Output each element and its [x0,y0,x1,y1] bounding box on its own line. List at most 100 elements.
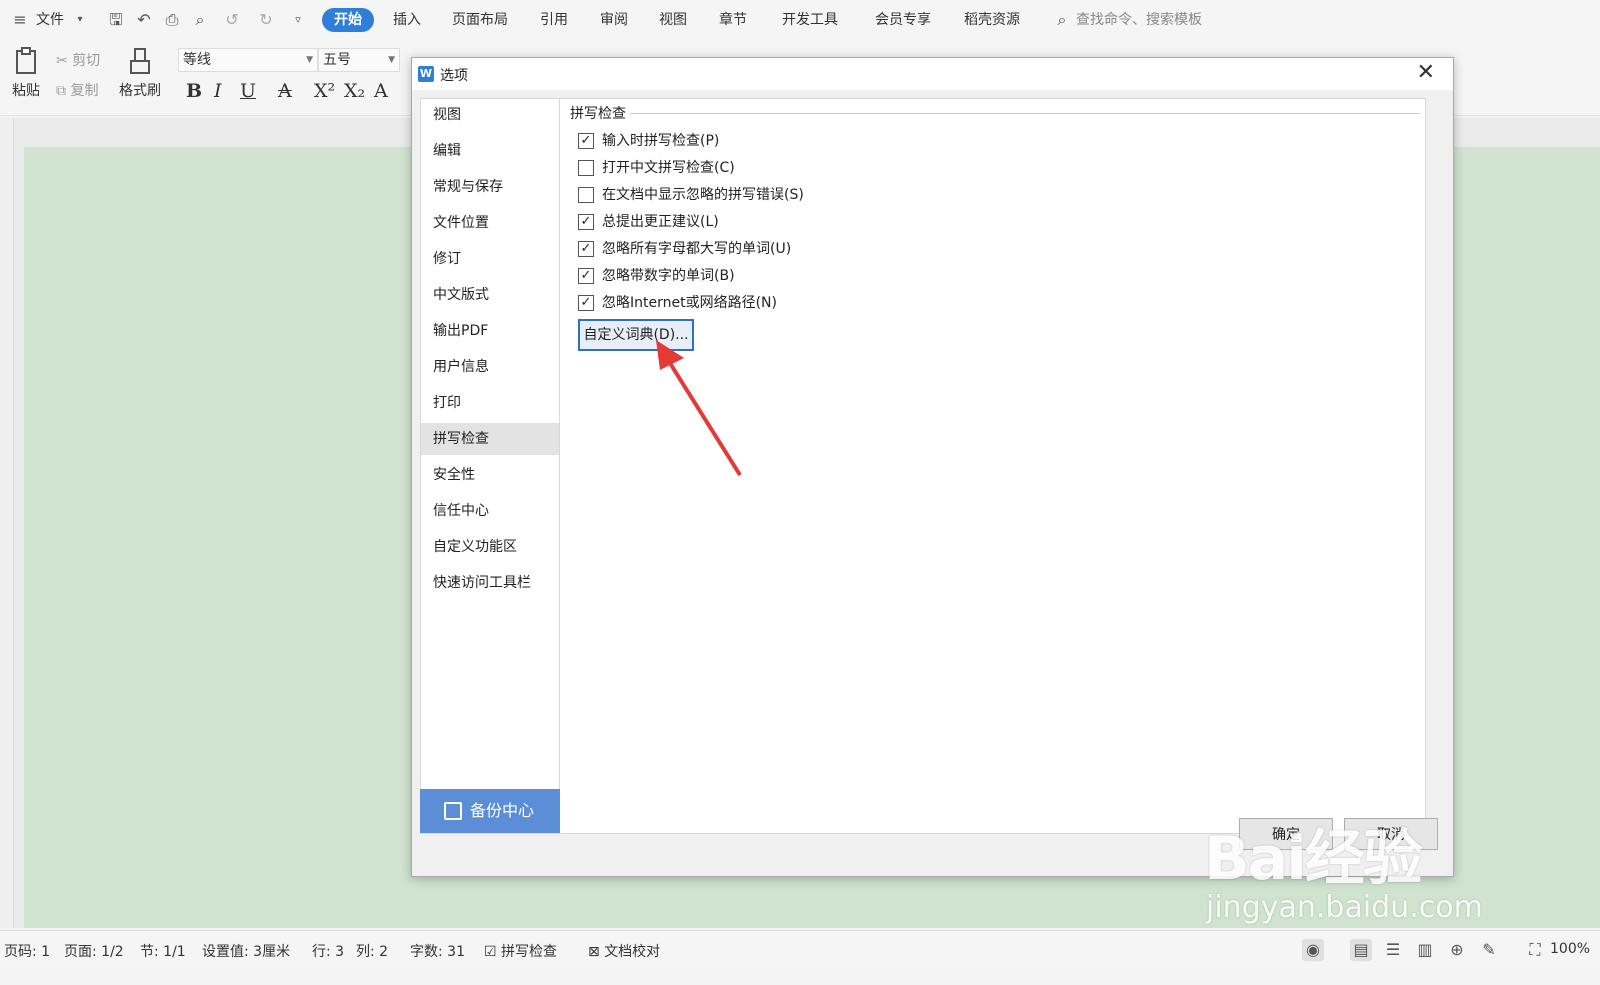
status-pages[interactable]: 页面: 1/2 [64,941,124,961]
font-name-select[interactable]: 等线 ▼ [178,48,318,72]
file-menu[interactable]: 文件 [36,8,64,32]
option-label: 总提出更正建议(L) [602,214,719,230]
wps-writer-logo-icon: W [418,66,434,82]
status-page-number[interactable]: 页码: 1 [4,941,50,961]
italic-icon[interactable]: I [214,80,222,102]
superscript-icon[interactable]: X² [314,80,335,102]
tab-page-layout[interactable]: 页面布局 [452,8,508,32]
baidu-jingyan-watermark: Bai经验 jingyan.baidu.com [1200,800,1490,930]
chevron-down-icon: ▼ [306,55,313,65]
status-doc-proof[interactable]: ⊠ 文档校对 [588,941,660,961]
option-label: 打开中文拼写检查(C) [602,160,735,176]
strikethrough-icon[interactable]: A [278,80,292,102]
nav-item-print[interactable]: 打印 [421,387,559,419]
reading-view-icon[interactable]: ▥ [1414,939,1436,961]
nav-item-revision[interactable]: 修订 [421,243,559,275]
paste-icon [16,47,36,74]
nav-item-user-info[interactable]: 用户信息 [421,351,559,383]
nav-item-file-location[interactable]: 文件位置 [421,207,559,239]
print-icon[interactable]: ⎙ [162,10,182,30]
status-word-count[interactable]: 字数: 31 [410,941,465,961]
tab-references[interactable]: 引用 [540,8,568,32]
fit-page-icon[interactable]: ⛶ [1524,939,1546,961]
options-dialog: W 选项 ✕ 视图 编辑 常规与保存 文件位置 修订 中文版式 输出PDF 用户… [411,57,1454,877]
status-bar: 页码: 1 页面: 1/2 节: 1/1 设置值: 3厘米 行: 3 列: 2 … [0,930,1600,968]
search-icon: ⌕ [1057,10,1067,29]
nav-item-security[interactable]: 安全性 [421,459,559,491]
checkbox-checked[interactable]: ✓ [578,214,594,230]
checkbox-unchecked[interactable] [578,160,594,176]
hamburger-menu-icon[interactable]: ≡ [10,10,30,30]
font-name-value: 等线 [183,52,211,68]
checkbox-checked[interactable]: ✓ [578,295,594,311]
option-label: 忽略带数字的单词(B) [602,268,735,284]
subscript-icon[interactable]: X₂ [344,80,365,102]
nav-item-trust-center[interactable]: 信任中心 [421,495,559,527]
outline-view-icon[interactable]: ☰ [1382,939,1404,961]
bold-icon[interactable]: B [186,80,202,102]
tab-insert[interactable]: 插入 [393,8,421,32]
dialog-title-bar: W 选项 ✕ [412,58,1453,90]
undo-icon[interactable]: ↺ [222,10,242,30]
vertical-ruler [0,118,14,928]
copy-button[interactable]: ⧉ 复制 [56,80,98,100]
cut-label: 剪切 [72,53,101,69]
tab-docer-resources[interactable]: 稻壳资源 [964,8,1020,32]
tab-view[interactable]: 视图 [659,8,687,32]
command-search-input[interactable]: 查找命令、搜索模板 [1076,8,1202,32]
nav-item-edit[interactable]: 编辑 [421,135,559,167]
tab-chapter[interactable]: 章节 [719,8,747,32]
tab-developer[interactable]: 开发工具 [782,8,838,32]
pen-icon[interactable]: ✎ [1478,939,1500,961]
chevron-down-icon: ▼ [388,55,395,65]
format-painter-button[interactable]: 格式刷 [116,46,164,100]
file-menu-chevron-icon[interactable]: ▾ [70,10,90,30]
annotation-arrow-icon [656,340,742,477]
checkbox-checked[interactable]: ✓ [578,241,594,257]
watermark-url: jingyan.baidu.com [1206,890,1483,925]
nav-item-customize-ribbon[interactable]: 自定义功能区 [421,531,559,563]
customize-quickbar-icon[interactable]: ▿ [288,10,308,30]
nav-item-quick-access-toolbar[interactable]: 快速访问工具栏 [421,567,559,599]
paste-button[interactable]: 粘贴 [6,46,46,100]
nav-item-view[interactable]: 视图 [421,99,559,131]
checkbox-unchecked[interactable] [578,187,594,203]
nav-item-general-save[interactable]: 常规与保存 [421,171,559,203]
nav-item-chinese-layout[interactable]: 中文版式 [421,279,559,311]
nav-item-spell-check[interactable]: 拼写检查 [421,423,559,455]
paste-label: 粘贴 [12,83,40,99]
web-view-icon[interactable]: ⊕ [1446,939,1468,961]
option-label: 忽略所有字母都大写的单词(U) [602,241,792,257]
status-row[interactable]: 行: 3 [312,941,344,961]
font-size-select[interactable]: 五号 ▼ [318,48,400,72]
tab-home[interactable]: 开始 [322,8,374,32]
print-preview-icon[interactable]: ⌕ [190,10,210,30]
font-size-value: 五号 [323,52,351,68]
eye-protection-icon[interactable]: ◉ [1302,939,1324,961]
text-effect-icon[interactable]: A [374,80,388,102]
underline-icon[interactable]: U [240,80,256,102]
nav-item-export-pdf[interactable]: 输出PDF [421,315,559,347]
status-column[interactable]: 列: 2 [356,941,388,961]
zoom-level[interactable]: 100% [1550,941,1590,957]
redo-icon[interactable]: ↻ [256,10,276,30]
tab-review[interactable]: 审阅 [600,8,628,32]
status-spell-check[interactable]: ☑ 拼写检查 [484,941,557,961]
status-doc-proof-label: 文档校对 [604,944,661,960]
backup-center-button[interactable]: 备份中心 [420,789,560,833]
copy-label: 复制 [70,83,99,99]
checkbox-checked[interactable]: ✓ [578,133,594,149]
undo-history-icon[interactable]: ↶ [134,10,154,30]
cut-button[interactable]: ✂ 剪切 [56,50,100,70]
tab-member[interactable]: 会员专享 [875,8,931,32]
options-nav: 视图 编辑 常规与保存 文件位置 修订 中文版式 输出PDF 用户信息 打印 拼… [420,98,560,834]
save-icon[interactable]: 🖫 [106,10,126,30]
close-icon[interactable]: ✕ [1417,61,1435,85]
status-section[interactable]: 节: 1/1 [140,941,186,961]
option-label: 忽略Internet或网络路径(N) [602,295,777,311]
page-view-icon[interactable]: ▤ [1350,939,1372,961]
status-setting[interactable]: 设置值: 3厘米 [202,941,290,961]
watermark-brand: Bai经验 [1204,824,1423,894]
checkbox-checked[interactable]: ✓ [578,268,594,284]
section-title: 拼写检查 [570,103,630,123]
